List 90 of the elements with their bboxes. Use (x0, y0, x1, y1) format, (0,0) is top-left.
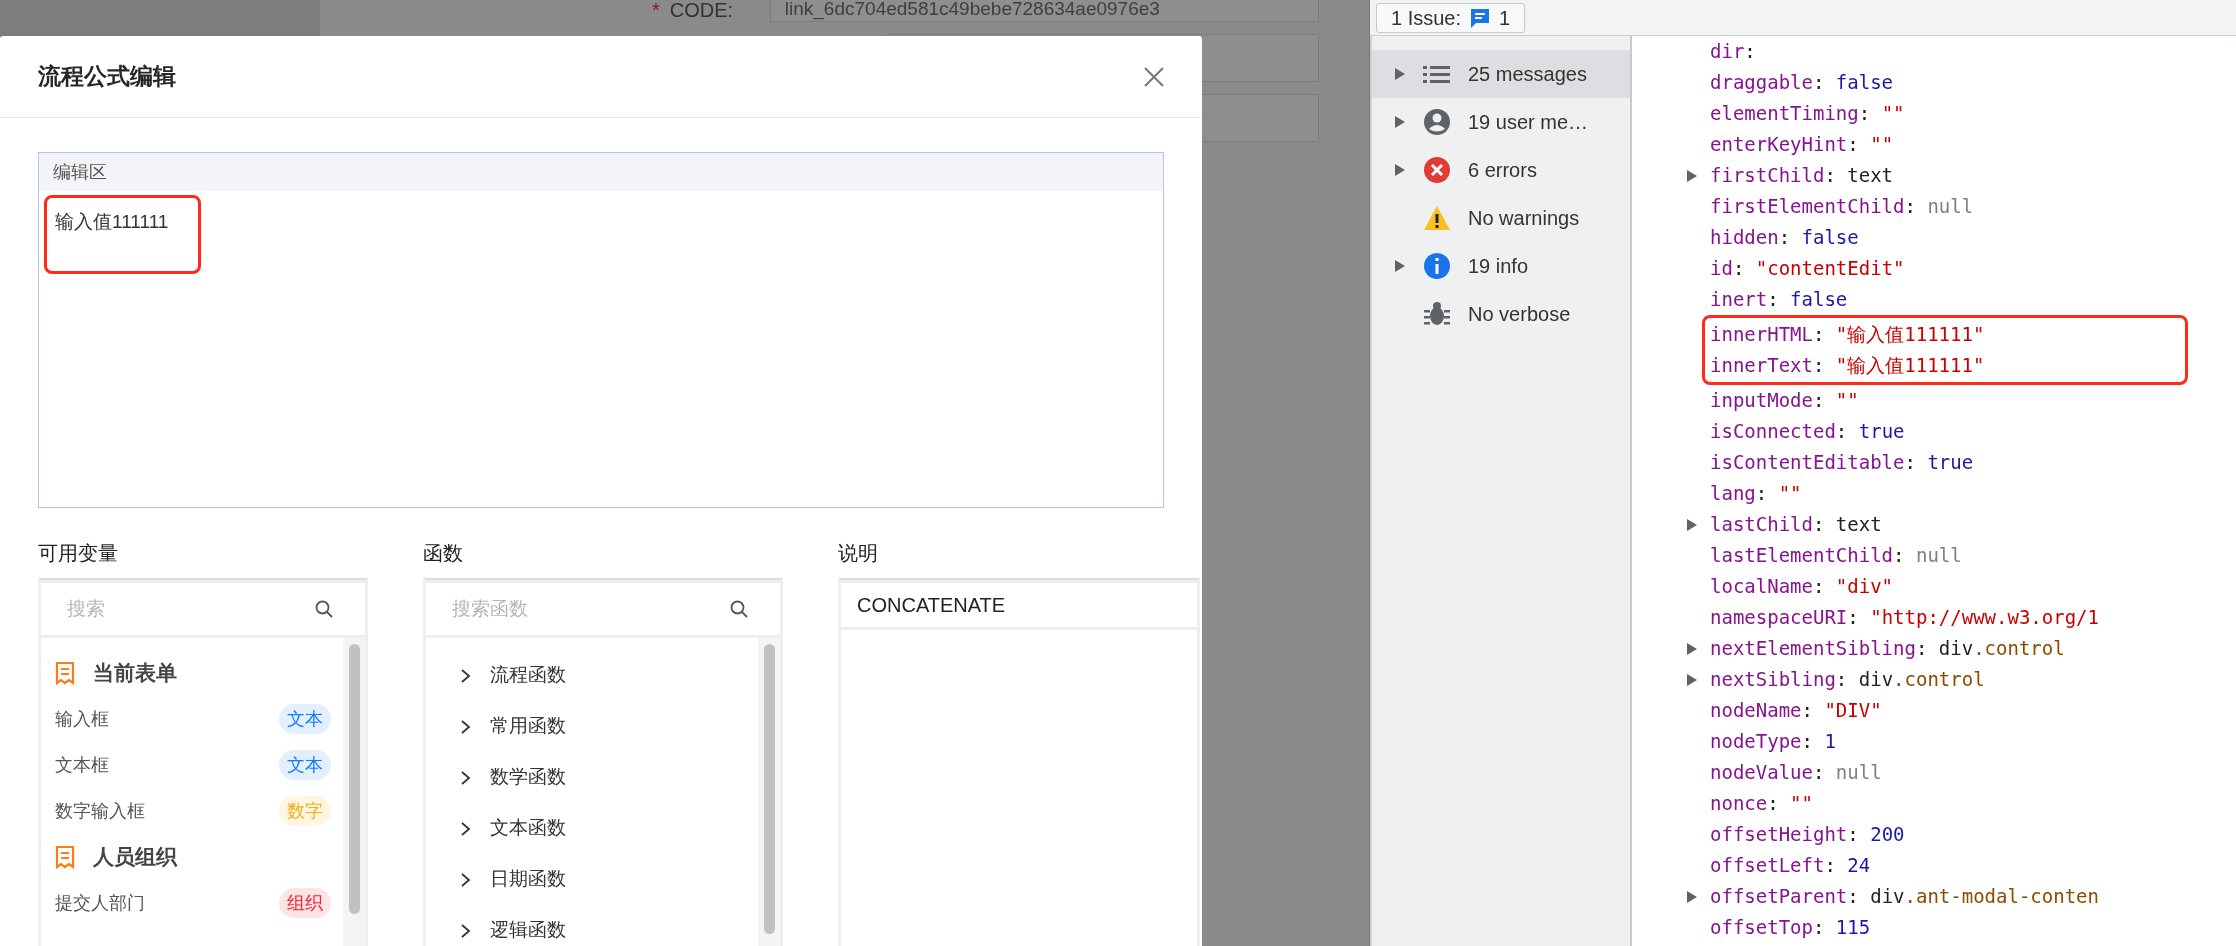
property-line: offsetLeft: 24 (1710, 853, 1871, 879)
group-heading: 人员组织 (93, 844, 177, 871)
property-line: inert: false (1710, 287, 1848, 313)
property-line: nonce: "" (1710, 791, 1813, 817)
sidebar-item[interactable]: No warnings (1372, 194, 1630, 242)
sidebar-item[interactable]: 19 user me… (1372, 98, 1630, 146)
property-line: dir: (1710, 39, 1756, 65)
section-title: 说明 (838, 541, 879, 566)
variable-item[interactable]: 输入框 文本 (55, 696, 331, 742)
function-category[interactable]: 常用函数 (490, 712, 566, 741)
expand-triangle-icon[interactable] (1686, 517, 1698, 532)
property-line: elementTiming: "" (1710, 101, 1905, 127)
function-category[interactable]: 日期函数 (490, 865, 566, 894)
expand-triangle-icon[interactable] (1686, 672, 1698, 687)
property-line: innerText: "输入值111111" (1710, 353, 1985, 379)
property-line[interactable]: lastChild: text (1710, 510, 1882, 539)
property-line: offsetTop: 115 (1710, 915, 1871, 941)
editor-label: 编辑区 (53, 160, 107, 184)
document-icon (55, 661, 75, 685)
property-line: offsetHeight: 200 (1710, 822, 1905, 848)
variable-item[interactable]: 数字输入框 数字 (55, 788, 331, 834)
property-line: firstElementChild: null (1710, 194, 1974, 220)
info-icon (1423, 252, 1451, 280)
document-icon (55, 845, 75, 869)
sidebar-item[interactable]: 25 messages (1372, 50, 1630, 98)
property-line: nodeValue: null (1710, 760, 1882, 786)
property-line[interactable]: firstChild: text (1710, 161, 1894, 190)
function-category[interactable]: 数学函数 (490, 763, 566, 792)
property-line: innerHTML: "输入值111111" (1710, 322, 1985, 348)
bug-icon (1424, 300, 1450, 328)
variable-item[interactable]: 提交人部门 组织 (55, 880, 331, 926)
chevron-icon[interactable] (460, 820, 472, 837)
required-mark: * (652, 0, 660, 23)
scrollbar-thumb[interactable] (348, 644, 360, 914)
modal-title: 流程公式编辑 (38, 62, 176, 92)
function-category[interactable]: 文本函数 (490, 814, 566, 843)
property-line: hidden: false (1710, 225, 1859, 251)
chevron-icon[interactable] (460, 922, 472, 939)
expand-triangle-icon[interactable] (1686, 168, 1698, 183)
chevron-icon[interactable] (460, 718, 472, 735)
editor-content[interactable]: 输入值111111 (55, 208, 169, 237)
section-title: 函数 (423, 541, 464, 566)
property-line: localName: "div" (1710, 574, 1894, 600)
close-icon[interactable] (1144, 66, 1164, 87)
property-line: enterKeyHint: "" (1710, 132, 1894, 158)
error-icon (1423, 156, 1451, 184)
issues-button[interactable]: 1 Issue: 1 (1376, 2, 1526, 33)
type-tag: 文本 (279, 704, 331, 734)
section-title: 可用变量 (38, 541, 119, 566)
chevron-icon[interactable] (460, 667, 472, 684)
list-icon (1423, 64, 1451, 84)
type-tag: 文本 (279, 750, 331, 780)
property-line: id: "contentEdit" (1710, 256, 1905, 282)
sidebar-item[interactable]: No verbose (1372, 290, 1630, 338)
search-icon[interactable] (315, 600, 333, 618)
function-category[interactable]: 逻辑函数 (490, 916, 566, 945)
property-line: inputMode: "" (1710, 388, 1859, 414)
expand-triangle-icon[interactable] (1686, 889, 1698, 904)
type-tag: 数字 (279, 796, 331, 826)
property-line: nodeType: 1 (1710, 729, 1836, 755)
sidebar-item[interactable]: 19 info (1372, 242, 1630, 290)
search-icon[interactable] (730, 600, 748, 618)
expand-triangle-icon[interactable] (1394, 163, 1406, 177)
property-line: isContentEditable: true (1710, 450, 1974, 476)
expand-triangle-icon[interactable] (1394, 115, 1406, 129)
property-line[interactable]: nextSibling: div.control (1710, 665, 1985, 694)
field-label: CODE: (669, 0, 735, 23)
expand-triangle-icon[interactable] (1394, 67, 1406, 81)
sidebar-item[interactable]: 6 errors (1372, 146, 1630, 194)
warning-icon (1423, 205, 1451, 231)
chevron-icon[interactable] (460, 769, 472, 786)
property-line: nodeName: "DIV" (1710, 698, 1882, 724)
variable-item[interactable]: 文本框 文本 (55, 742, 331, 788)
chevron-icon[interactable] (460, 871, 472, 888)
property-line[interactable]: offsetParent: div.ant-modal-conten (1710, 882, 2099, 911)
type-tag: 组织 (279, 888, 331, 918)
property-line: isConnected: true (1710, 419, 1905, 445)
property-line: draggable: false (1710, 70, 1894, 96)
expand-triangle-icon[interactable] (1394, 259, 1406, 273)
group-heading: 当前表单 (93, 660, 177, 687)
function-category[interactable]: 流程函数 (490, 661, 566, 690)
property-line[interactable]: nextElementSibling: div.control (1710, 634, 2065, 663)
message-icon (1469, 6, 1492, 29)
function-name: CONCATENATE (857, 593, 1006, 618)
property-line: lastElementChild: null (1710, 543, 1962, 569)
scrollbar-thumb[interactable] (763, 644, 775, 934)
property-line: lang: "" (1710, 481, 1802, 507)
property-line: namespaceURI: "http://www.w3.org/1 (1710, 605, 2099, 631)
expand-triangle-icon[interactable] (1686, 641, 1698, 656)
user-icon (1423, 108, 1451, 136)
